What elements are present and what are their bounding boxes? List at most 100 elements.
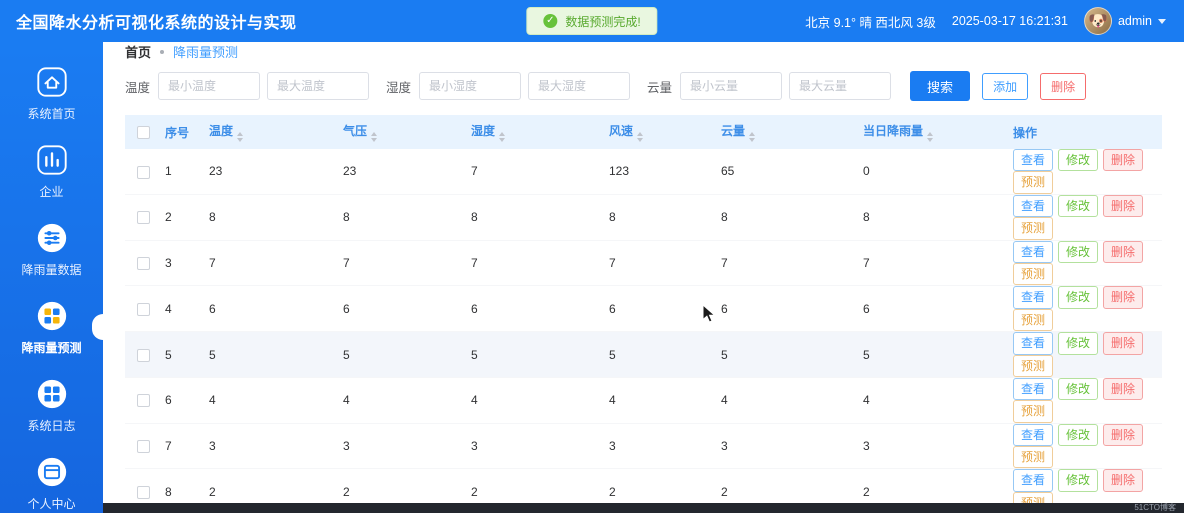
row-actions: 查看修改删除预测 — [1009, 377, 1162, 424]
edit-row-button[interactable]: 修改 — [1058, 469, 1099, 492]
predict-row-button[interactable]: 预测 — [1013, 262, 1054, 286]
sort-icon[interactable] — [927, 132, 934, 142]
sort-icon[interactable] — [237, 132, 244, 142]
sidebar-item-label: 系统首页 — [27, 107, 76, 121]
search-button[interactable]: 搜索 — [910, 71, 971, 101]
sidebar-item-rainfall-data[interactable]: 降雨量数据 — [0, 210, 103, 288]
app-title: 全国降水分析可视化系统的设计与实现 — [16, 15, 297, 32]
row-checkbox[interactable] — [136, 348, 150, 362]
table-cell: 8 — [859, 194, 1009, 241]
predict-row-button[interactable]: 预测 — [1013, 171, 1054, 194]
table-cell: 5 — [205, 331, 339, 378]
row-checkbox[interactable] — [136, 302, 150, 316]
user-menu[interactable]: 🐶 admin — [1083, 7, 1166, 35]
top-header: 全国降水分析可视化系统的设计与实现 ✓ 数据预测完成! 北京 9.1° 晴 西北… — [0, 0, 1184, 42]
chevron-down-icon — [1158, 18, 1166, 24]
delete-row-button[interactable]: 删除 — [1103, 423, 1144, 447]
home-icon — [35, 65, 69, 99]
table-cell: 7 — [717, 240, 859, 287]
edit-row-button[interactable]: 修改 — [1058, 423, 1099, 447]
row-checkbox[interactable] — [136, 440, 150, 454]
edit-row-button[interactable]: 修改 — [1058, 286, 1099, 309]
min-humidity-input[interactable] — [419, 72, 522, 100]
table-cell: 8 — [339, 194, 467, 241]
select-all-checkbox[interactable] — [136, 126, 150, 140]
table-cell: 6 — [205, 285, 339, 333]
sort-icon[interactable] — [749, 132, 756, 142]
delete-button[interactable]: 删除 — [1040, 72, 1087, 100]
delete-row-button[interactable]: 删除 — [1103, 286, 1144, 309]
sidebar-item-enterprise[interactable]: 企业 — [0, 132, 103, 210]
column-header[interactable]: 气压 — [339, 115, 467, 149]
table-cell: 7 — [161, 423, 205, 470]
view-row-button[interactable]: 查看 — [1013, 149, 1054, 172]
row-checkbox[interactable] — [136, 211, 150, 225]
sidebar-item-profile[interactable]: 个人中心 — [0, 444, 103, 513]
sort-icon[interactable] — [637, 132, 644, 142]
delete-row-button[interactable]: 删除 — [1103, 240, 1144, 263]
row-checkbox[interactable] — [136, 394, 150, 408]
column-header[interactable]: 当日降雨量 — [859, 115, 1009, 149]
edit-row-button[interactable]: 修改 — [1058, 240, 1099, 263]
data-table: 序号 温度 气压 湿度 风速 云量 当日降雨量 操作 1 23 23 7 123 65 0 查看 修改 删除预测… — [125, 115, 1162, 513]
column-header[interactable]: 风速 — [605, 115, 717, 149]
footer-strip: 51CTO博客 — [103, 503, 1184, 513]
delete-row-button[interactable]: 删除 — [1103, 469, 1144, 492]
view-row-button[interactable]: 查看 — [1013, 377, 1054, 401]
table-cell: 8 — [467, 194, 605, 241]
view-row-button[interactable]: 查看 — [1013, 423, 1054, 447]
view-row-button[interactable]: 查看 — [1013, 194, 1054, 218]
sidebar-item-home[interactable]: 系统首页 — [0, 54, 103, 132]
min-temperature-input[interactable] — [158, 72, 261, 100]
user-avatar: 🐶 — [1083, 7, 1112, 35]
row-actions: 查看修改删除预测 — [1009, 194, 1162, 241]
sidebar-item-system-log[interactable]: 系统日志 — [0, 366, 103, 444]
row-checkbox[interactable] — [136, 486, 150, 500]
min-cloud-input[interactable] — [680, 72, 783, 100]
table-row: 7 3 3 3 3 3 3 查看 修改 删除预测 — [125, 423, 1162, 470]
delete-row-button[interactable]: 删除 — [1103, 377, 1144, 401]
row-checkbox[interactable] — [136, 257, 150, 271]
table-cell: 5 — [717, 331, 859, 378]
edit-row-button[interactable]: 修改 — [1058, 332, 1099, 355]
edit-row-button[interactable]: 修改 — [1058, 149, 1099, 172]
row-checkbox[interactable] — [136, 165, 150, 179]
delete-row-button[interactable]: 删除 — [1103, 332, 1144, 355]
sidebar-item-rainfall-forecast[interactable]: 降雨量预测 — [0, 288, 103, 366]
predict-row-button[interactable]: 预测 — [1013, 354, 1054, 377]
predict-row-button[interactable]: 预测 — [1013, 308, 1054, 332]
sliders-icon — [35, 221, 69, 255]
row-actions: 查看修改删除预测 — [1009, 285, 1162, 333]
edit-row-button[interactable]: 修改 — [1058, 194, 1099, 218]
delete-row-button[interactable]: 删除 — [1103, 149, 1144, 172]
view-row-button[interactable]: 查看 — [1013, 332, 1054, 355]
delete-row-button[interactable]: 删除 — [1103, 194, 1144, 218]
table-cell: 4 — [161, 285, 205, 333]
predict-row-button[interactable]: 预测 — [1013, 217, 1054, 240]
table-cell: 1 — [161, 149, 205, 195]
breadcrumb-current: 降雨量预测 — [173, 45, 239, 60]
sort-icon[interactable] — [499, 132, 506, 142]
breadcrumb-home[interactable]: 首页 — [125, 42, 151, 61]
table-cell: 4 — [605, 377, 717, 424]
table-cell: 7 — [605, 240, 717, 287]
table-cell: 6 — [859, 285, 1009, 333]
success-check-icon: ✓ — [543, 14, 558, 28]
max-cloud-input[interactable] — [789, 72, 892, 100]
column-header[interactable]: 温度 — [205, 115, 339, 149]
max-temperature-input[interactable] — [267, 72, 370, 100]
predict-row-button[interactable]: 预测 — [1013, 400, 1054, 423]
table-cell: 3 — [205, 423, 339, 470]
edit-row-button[interactable]: 修改 — [1058, 377, 1099, 401]
predict-row-button[interactable]: 预测 — [1013, 446, 1054, 469]
table-cell: 6 — [467, 285, 605, 333]
sort-icon[interactable] — [371, 132, 378, 142]
view-row-button[interactable]: 查看 — [1013, 286, 1054, 309]
view-row-button[interactable]: 查看 — [1013, 469, 1054, 492]
view-row-button[interactable]: 查看 — [1013, 240, 1054, 263]
column-header[interactable]: 云量 — [717, 115, 859, 149]
column-header[interactable]: 湿度 — [467, 115, 605, 149]
max-humidity-input[interactable] — [528, 72, 631, 100]
add-button[interactable]: 添加 — [982, 72, 1029, 100]
temperature-filter-label: 温度 — [125, 80, 151, 95]
